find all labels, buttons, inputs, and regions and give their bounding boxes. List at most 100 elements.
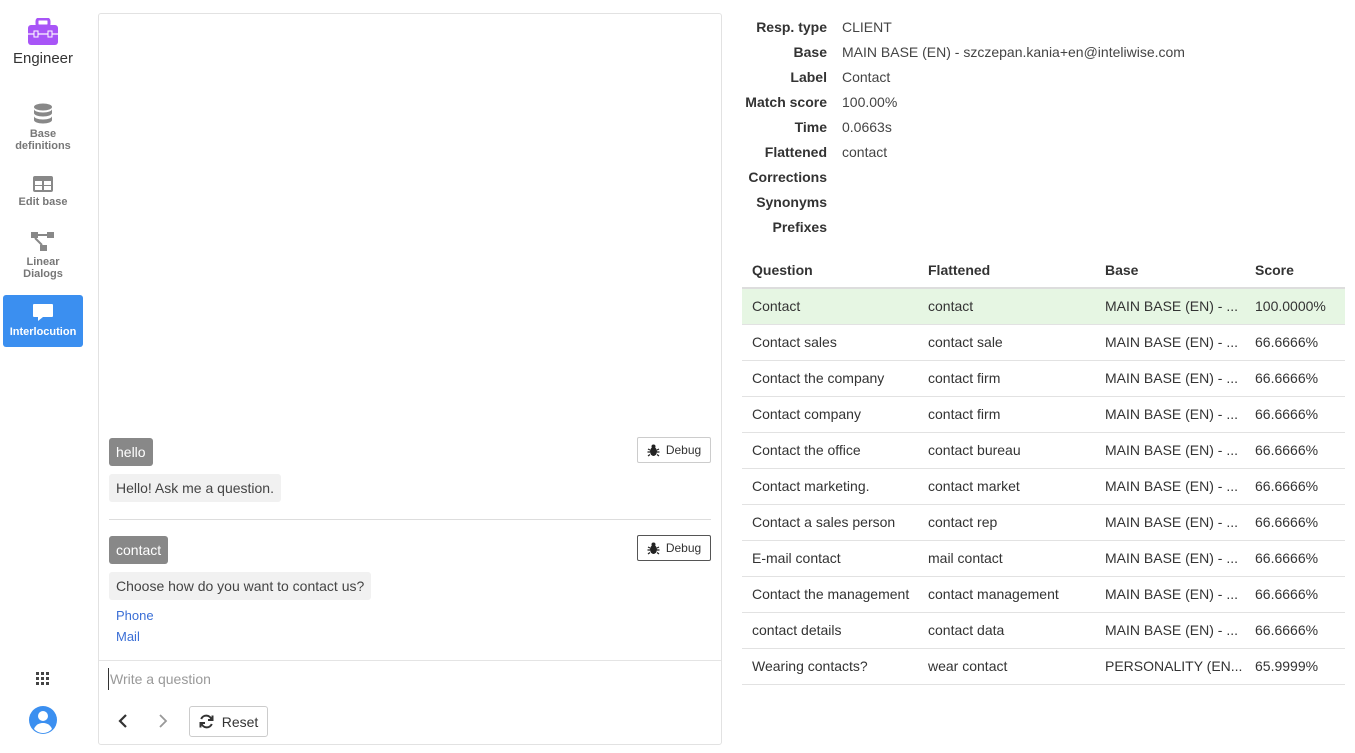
- detail-key: Flattened: [764, 143, 827, 160]
- cell-base: MAIN BASE (EN) - ...: [1095, 504, 1245, 541]
- sidebar-item-label: Base: [29, 128, 57, 140]
- cell-base: MAIN BASE (EN) - ...: [1095, 576, 1245, 613]
- cell-question: Contact the management: [742, 576, 918, 613]
- cell-flattened: contact firm: [918, 360, 1095, 397]
- sidebar-item-label: Linear: [26, 256, 60, 268]
- bot-message: Choose how do you want to contact us?: [109, 572, 372, 600]
- cell-question: Contact company: [742, 396, 918, 433]
- cell-base: MAIN BASE (EN) - ...: [1095, 540, 1245, 577]
- cell-flattened: contact rep: [918, 504, 1095, 541]
- cell-flattened: contact bureau: [918, 432, 1095, 469]
- cell-base: MAIN BASE (EN) - ...: [1095, 324, 1245, 361]
- cell-question: Contact a sales person: [742, 504, 918, 541]
- sidebar-item-interlocution[interactable]: Interlocution: [3, 295, 83, 347]
- bug-icon: [647, 444, 660, 456]
- debug-button[interactable]: Debug: [637, 535, 711, 561]
- cell-base: PERSONALITY (EN...: [1095, 648, 1245, 685]
- response-details: Resp. type CLIENT Base MAIN BASE (EN) - …: [742, 14, 1342, 239]
- table-row[interactable]: Contact the management contact management…: [742, 576, 1345, 613]
- detail-value: 0.0663s: [842, 118, 892, 135]
- sidebar-item-label: definitions: [15, 140, 71, 152]
- refresh-icon: [199, 714, 214, 729]
- cell-base: MAIN BASE (EN) - ...: [1095, 432, 1245, 469]
- table-row[interactable]: Contact marketing. contact market MAIN BAS…: [742, 468, 1345, 505]
- cell-base: MAIN BASE (EN) - ...: [1095, 468, 1245, 505]
- detail-key: Time: [794, 118, 827, 135]
- user-message: contact: [109, 536, 169, 564]
- reset-button[interactable]: Reset: [189, 706, 268, 737]
- table-row[interactable]: Contact sales contact sale MAIN BASE (EN) …: [742, 324, 1345, 361]
- cell-flattened: contact sale: [918, 324, 1095, 361]
- cell-base: MAIN BASE (EN) - ...: [1095, 396, 1245, 433]
- cell-question: Contact sales: [742, 324, 918, 361]
- cell-question: Contact: [742, 288, 918, 325]
- chat-panel: hello Debug Hello! Ask me a question. co…: [98, 13, 722, 745]
- detail-row-time: Time 0.0663s: [742, 114, 1342, 139]
- previous-button[interactable]: [113, 711, 133, 731]
- cell-question: Wearing contacts?: [742, 648, 918, 685]
- next-button[interactable]: [153, 711, 173, 731]
- cell-score: 66.6666%: [1245, 576, 1345, 613]
- option-link-mail[interactable]: Mail: [116, 629, 140, 644]
- table-row[interactable]: Wearing contacts? wear contact PERSONALITY…: [742, 648, 1345, 685]
- table-row[interactable]: contact details contact data MAIN BASE (EN…: [742, 612, 1345, 649]
- sidebar-item-linear-dialogs[interactable]: Linear Dialogs: [3, 231, 83, 283]
- chevron-left-icon: [118, 714, 127, 728]
- cell-score: 66.6666%: [1245, 324, 1345, 361]
- cell-question: Contact the office: [742, 432, 918, 469]
- cell-flattened: contact firm: [918, 396, 1095, 433]
- cell-question: Contact the company: [742, 360, 918, 397]
- cell-score: 66.6666%: [1245, 504, 1345, 541]
- column-header-score[interactable]: Score: [1245, 252, 1345, 289]
- reset-label: Reset: [221, 713, 259, 730]
- detail-key: Resp. type: [756, 18, 827, 35]
- option-link-phone[interactable]: Phone: [116, 608, 154, 623]
- sidebar-item-base-definitions[interactable]: Base definitions: [3, 103, 83, 155]
- chat-icon: [33, 304, 53, 321]
- detail-value: CLIENT: [842, 18, 892, 35]
- cell-score: 66.6666%: [1245, 612, 1345, 649]
- sidebar-item-label: Dialogs: [23, 268, 63, 280]
- user-avatar-icon[interactable]: [28, 705, 58, 740]
- column-header-question[interactable]: Question: [742, 252, 918, 289]
- chevron-right-icon: [159, 714, 168, 728]
- brand[interactable]: Engineer: [0, 18, 86, 67]
- sidebar: Engineer Base definitions Edit base Line…: [0, 0, 86, 753]
- question-input[interactable]: [108, 668, 708, 690]
- detail-row-corrections: Corrections: [742, 164, 1342, 189]
- detail-value: MAIN BASE (EN) - szczepan.kania+en@intel…: [842, 43, 1185, 60]
- cell-score: 66.6666%: [1245, 468, 1345, 505]
- toolbox-icon: [28, 18, 58, 45]
- detail-key: Label: [790, 68, 827, 85]
- detail-key: Prefixes: [772, 218, 827, 235]
- debug-button[interactable]: Debug: [637, 437, 711, 463]
- detail-row-synonyms: Synonyms: [742, 189, 1342, 214]
- table-row[interactable]: Contact the office contact bureau MAIN BAS…: [742, 432, 1345, 469]
- detail-row-label: Label Contact: [742, 64, 1342, 89]
- brand-label: Engineer: [12, 50, 74, 67]
- cell-flattened: contact: [918, 288, 1095, 325]
- flow-icon: [31, 232, 54, 251]
- table-row[interactable]: Contact contact MAIN BASE (EN) - ... 100.00…: [742, 288, 1345, 325]
- cell-score: 66.6666%: [1245, 396, 1345, 433]
- detail-value: contact: [842, 143, 888, 160]
- table-row[interactable]: E-mail contact mail contact MAIN BASE (EN)…: [742, 540, 1345, 577]
- column-header-flattened[interactable]: Flattened: [918, 252, 1095, 289]
- column-header-base[interactable]: Base: [1095, 252, 1245, 289]
- detail-key: Match score: [745, 93, 827, 110]
- apps-grid-icon[interactable]: [36, 672, 50, 691]
- detail-row-prefixes: Prefixes: [742, 214, 1342, 239]
- sidebar-item-edit-base[interactable]: Edit base: [3, 175, 83, 211]
- cell-question: contact details: [742, 612, 918, 649]
- bot-message: Hello! Ask me a question.: [109, 474, 281, 502]
- table-row[interactable]: Contact a sales person contact rep MAIN BA…: [742, 504, 1345, 541]
- matches-table: Question Flattened Base Score Contact con…: [742, 252, 1345, 685]
- table-row[interactable]: Contact the company contact firm MAIN BASE…: [742, 360, 1345, 397]
- cell-score: 66.6666%: [1245, 432, 1345, 469]
- debug-label: Debug: [665, 443, 702, 457]
- table-row[interactable]: Contact company contact firm MAIN BASE (EN…: [742, 396, 1345, 433]
- cell-flattened: contact data: [918, 612, 1095, 649]
- bug-icon: [647, 542, 660, 554]
- sidebar-item-label: Interlocution: [9, 326, 77, 338]
- detail-row-resp-type: Resp. type CLIENT: [742, 14, 1342, 39]
